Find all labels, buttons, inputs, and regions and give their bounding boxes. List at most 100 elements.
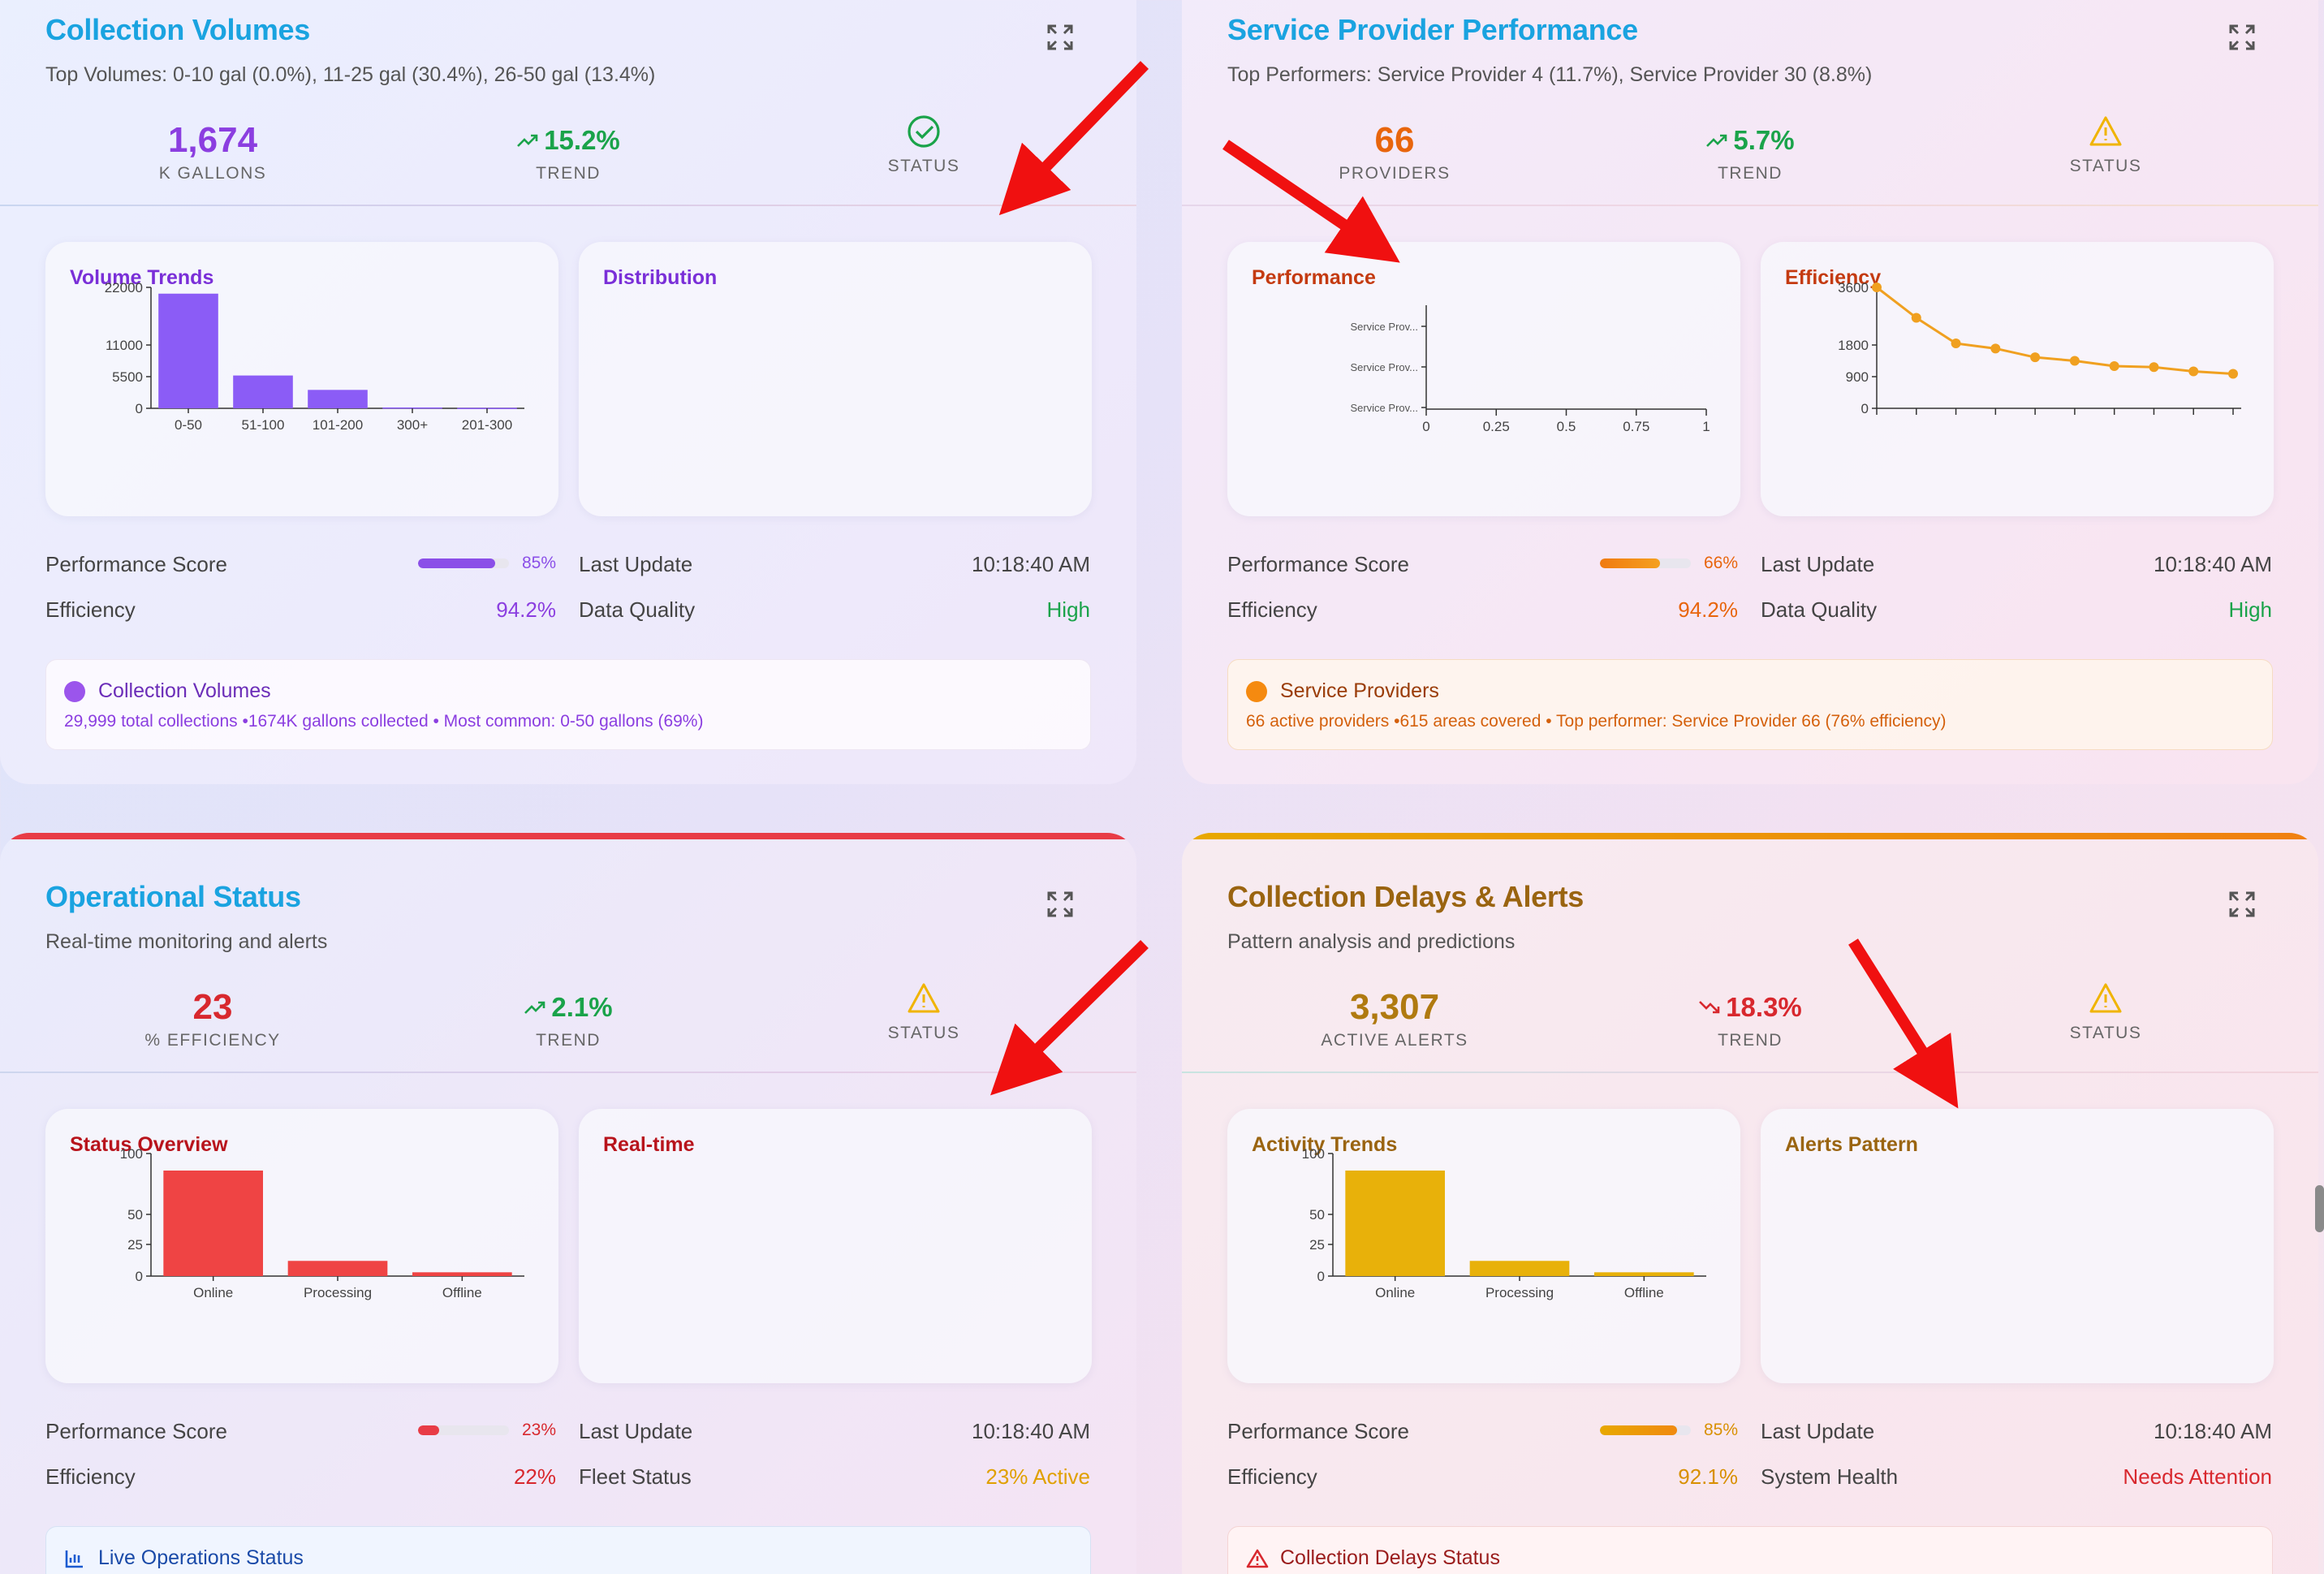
efficiency-point-10 <box>2228 369 2238 379</box>
metric-primary: 1,674 K GALLONS <box>91 120 334 183</box>
status-overview-chart: 100 50 25 0 Online Processing Offline <box>120 1146 524 1300</box>
status-label: STATUS <box>2069 157 2142 175</box>
service-provider-card: Service Provider Performance Top Perform… <box>1182 0 2318 784</box>
performance-score-label: Performance Score <box>1227 1419 1409 1443</box>
info-title: Service Providers <box>1280 679 1439 702</box>
status-dot <box>1246 681 1267 702</box>
bar-51-100 <box>233 375 293 408</box>
y-tick-label: 50 <box>1309 1207 1325 1223</box>
x-tick-label: 0.5 <box>1557 419 1576 434</box>
trend-value: 15.2% <box>544 125 620 155</box>
expand-icon[interactable] <box>1046 23 1075 52</box>
system-health-value: Needs Attention <box>2123 1464 2272 1489</box>
metric-trend: 18.3% TREND <box>1628 987 1872 1050</box>
card-title: Collection Volumes <box>45 13 310 46</box>
efficiency-point-5 <box>2030 352 2041 363</box>
efficiency-point-2 <box>1911 313 1921 323</box>
y-tick-label: 0 <box>1317 1269 1325 1284</box>
data-quality-value: High <box>1046 597 1090 622</box>
warning-icon <box>1246 1549 1269 1568</box>
status-label: STATUS <box>2069 1024 2142 1042</box>
bar-Online <box>1345 1171 1445 1276</box>
x-tick-label: 0.75 <box>1623 419 1649 434</box>
y-tick-label: 900 <box>1846 369 1869 385</box>
divider <box>0 205 1136 206</box>
x-tick-label: 201-300 <box>462 417 512 433</box>
trend-value: 2.1% <box>551 992 613 1022</box>
bar-101-200 <box>308 390 368 408</box>
x-tick-label: Processing <box>304 1285 372 1300</box>
bar-0-50 <box>158 293 218 408</box>
warning-icon <box>908 983 940 1013</box>
y-tick-label: 5500 <box>112 369 143 385</box>
performance-panel: Performance Service Prov... Service Prov.… <box>1227 242 1740 516</box>
y-tick-label: 22000 <box>105 280 143 295</box>
y-tick-label: Service Prov... <box>1350 321 1418 333</box>
efficiency-line <box>1876 286 2234 376</box>
scrollbar-thumb[interactable] <box>2315 1185 2324 1232</box>
last-update-label: Last Update <box>579 552 693 576</box>
info-title: Live Operations Status <box>98 1546 304 1569</box>
last-update-value: 10:18:40 AM <box>2154 1419 2272 1443</box>
efficiency-value: 92.1% <box>1678 1464 1738 1489</box>
efficiency-value: 94.2% <box>1678 597 1738 622</box>
bar-chart-icon <box>65 1550 83 1568</box>
metric-status: STATUS <box>1984 981 2227 1043</box>
metric-value: 23 <box>192 987 233 1027</box>
last-update-value: 10:18:40 AM <box>972 1419 1090 1443</box>
expand-icon[interactable] <box>2227 890 2257 919</box>
y-tick-label: 3600 <box>1838 280 1869 295</box>
y-tick-label: 100 <box>1302 1146 1325 1162</box>
performance-score-bar <box>418 558 509 568</box>
panel-title: Distribution <box>603 266 718 289</box>
efficiency-chart: 3600 1800 900 0 <box>1838 280 2241 416</box>
last-update-label: Last Update <box>579 1419 693 1443</box>
x-tick-label: 0.25 <box>1483 419 1510 434</box>
x-tick-label: Online <box>1375 1285 1415 1300</box>
expand-icon[interactable] <box>2227 23 2257 52</box>
performance-score-bar <box>1600 558 1691 568</box>
metric-primary: 23 % EFFICIENCY <box>91 987 334 1050</box>
metric-value: 1,674 <box>167 120 258 160</box>
x-tick-label: Offline <box>442 1285 482 1300</box>
efficiency-value: 22% <box>513 1464 556 1489</box>
info-title: Collection Volumes <box>98 679 271 702</box>
efficiency-point-8 <box>2149 362 2159 373</box>
data-quality-value: High <box>2228 597 2272 622</box>
x-tick-label: 1 <box>1702 419 1710 434</box>
metric-trend: 5.7% TREND <box>1628 120 1872 183</box>
metric-status: STATUS <box>802 114 1046 176</box>
x-tick-label: 0-50 <box>175 417 202 433</box>
metric-label: K GALLONS <box>158 164 267 183</box>
card-accent-bar <box>1182 833 2318 839</box>
card-subtitle: Pattern analysis and predictions <box>1227 930 1516 953</box>
efficiency-point-9 <box>2188 366 2199 377</box>
info-description: 66 active providers •615 areas covered •… <box>1246 712 1947 731</box>
card-title: Service Provider Performance <box>1227 13 1638 46</box>
efficiency-panel: Efficiency 3600 1800 900 0 <box>1761 242 2274 516</box>
expand-icon[interactable] <box>1046 890 1075 919</box>
efficiency-point-4 <box>1990 343 2001 354</box>
delays-status-box: Collection Delays Status <box>1227 1526 2273 1574</box>
trend-up-icon <box>524 1001 545 1014</box>
metric-status: STATUS <box>802 981 1046 1043</box>
performance-chart: Service Prov... Service Prov... Service Pr… <box>1350 305 1710 434</box>
trend-value: 18.3% <box>1726 992 1802 1022</box>
y-tick-label: Service Prov... <box>1350 361 1418 373</box>
info-description: 29,999 total collections •1674K gallons … <box>64 712 704 731</box>
efficiency-label: Efficiency <box>1227 597 1317 622</box>
performance-score-value: 85% <box>521 554 556 572</box>
fleet-status-value: 23% Active <box>985 1464 1090 1489</box>
activity-trends-chart: 100 50 25 0 Online Processing Offline <box>1302 1146 1706 1300</box>
bar-Online <box>163 1171 263 1276</box>
trend-value: 5.7% <box>1733 125 1795 155</box>
collection-volumes-card: Collection Volumes Top Volumes: 0-10 gal… <box>0 0 1136 784</box>
check-circle-icon <box>908 115 940 148</box>
performance-score-value: 23% <box>521 1421 556 1439</box>
status-overview-panel: Status Overview 100 50 25 0 Online Processing… <box>45 1109 558 1383</box>
real-time-panel: Real-time <box>579 1109 1092 1383</box>
trend-label: TREND <box>1718 164 1783 183</box>
last-update-value: 10:18:40 AM <box>2154 552 2272 576</box>
trend-up-icon <box>1706 134 1727 147</box>
live-operations-box: Live Operations Status <box>45 1526 1091 1574</box>
